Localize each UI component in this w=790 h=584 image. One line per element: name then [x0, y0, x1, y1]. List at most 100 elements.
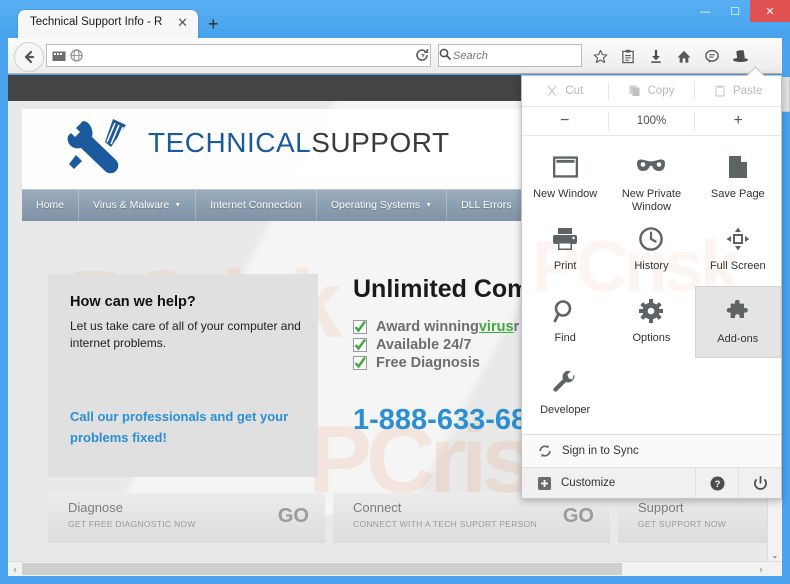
brand-first: TECHNICAL	[148, 127, 312, 158]
help-button[interactable]: ?	[695, 468, 738, 498]
site-nav-item-dll-errors[interactable]: DLL Errors	[447, 189, 527, 221]
identity-box-icon	[50, 48, 68, 63]
customize-label: Customize	[561, 477, 616, 489]
scroll-down-icon[interactable]: ⌄	[768, 548, 782, 562]
wrench-screwdriver-logo-icon	[67, 117, 137, 181]
clock-icon	[639, 224, 664, 254]
scroll-left-icon[interactable]: ‹	[8, 562, 22, 576]
menu-item-label: Save Page	[710, 188, 765, 200]
menu-item-grid: New Window New Private Window Save Page …	[522, 136, 781, 434]
virus-link[interactable]: virus	[479, 319, 514, 335]
sign-in-to-sync-button[interactable]: Sign in to Sync	[522, 434, 781, 467]
wrench-icon	[553, 368, 577, 398]
sync-label: Sign in to Sync	[562, 445, 639, 457]
zoom-out-button[interactable]: −	[522, 107, 608, 135]
menu-item-label: History	[634, 260, 669, 272]
check-icon	[353, 320, 367, 334]
hat-icon[interactable]	[726, 42, 754, 70]
cta-card-row: Diagnose GET FREE DIAGNOSTIC NOW GO Conn…	[48, 493, 782, 543]
menu-item-history[interactable]: History	[608, 214, 694, 286]
downloads-icon[interactable]	[642, 42, 670, 70]
paste-button[interactable]: Paste	[695, 76, 781, 106]
feature-text: Available 24/7	[376, 337, 472, 353]
horizontal-scrollbar-thumb[interactable]	[22, 563, 622, 575]
help-body: Let us take care of all of your computer…	[70, 319, 301, 350]
menu-item-label: Find	[554, 332, 576, 344]
feature-text: Free Diagnosis	[376, 355, 480, 371]
page-icon	[728, 152, 748, 182]
card-title: Connect	[353, 500, 402, 515]
zoom-in-button[interactable]: +	[695, 107, 781, 135]
menu-item-find[interactable]: Find	[522, 286, 608, 358]
tab-title: Technical Support Info - Repair...	[30, 16, 162, 28]
copy-button[interactable]: Copy	[609, 76, 695, 106]
menu-item-label: Full Screen	[709, 260, 766, 272]
cut-button[interactable]: Cut	[522, 76, 608, 106]
menu-item-print[interactable]: Print	[522, 214, 608, 286]
menu-item-developer[interactable]: Developer	[522, 358, 608, 430]
site-nav-label: DLL Errors	[461, 199, 512, 211]
home-icon[interactable]	[670, 42, 698, 70]
menu-item-label: New Private Window	[621, 188, 682, 213]
menu-item-options[interactable]: Options	[608, 286, 694, 358]
card-diagnose[interactable]: Diagnose GET FREE DIAGNOSTIC NOW GO	[48, 493, 325, 543]
chevron-down-icon: ▼	[425, 201, 433, 209]
menu-item-full-screen[interactable]: Full Screen	[695, 214, 781, 286]
zoom-level-label[interactable]: 100%	[609, 107, 695, 135]
search-bar[interactable]	[438, 44, 598, 67]
menu-item-label: Developer	[540, 404, 591, 416]
minimize-button[interactable]: —	[690, 0, 720, 22]
menu-item-add-ons[interactable]: Add-ons	[694, 286, 781, 358]
site-nav-item-home[interactable]: Home	[22, 189, 80, 221]
close-button[interactable]: ✕	[750, 0, 790, 22]
site-nav-item-virus-malware[interactable]: Virus & Malware ▼	[79, 189, 197, 221]
card-subtitle: CONNECT WITH A TECH SUPORT PERSON	[353, 519, 538, 529]
call-professionals-link[interactable]: Call our professionals and get your prob…	[70, 406, 295, 448]
site-nav-item-internet-connection[interactable]: Internet Connection	[196, 189, 317, 221]
card-go-button[interactable]: GO	[278, 505, 309, 528]
menu-item-label: Add-ons	[717, 333, 759, 345]
tab-strip: Technical Support Info - Repair... ✕ + —…	[0, 0, 790, 38]
address-bar[interactable]: ▾	[46, 44, 431, 67]
site-nav-label: Internet Connection	[210, 199, 302, 211]
menu-item-new-window[interactable]: New Window	[522, 142, 608, 214]
chevron-down-icon: ▼	[174, 201, 182, 209]
sync-icon	[538, 444, 552, 458]
copy-label: Copy	[647, 85, 675, 97]
scroll-right-icon[interactable]: ›	[754, 562, 768, 576]
cut-label: Cut	[565, 85, 584, 97]
site-nav-item-operating-systems[interactable]: Operating Systems ▼	[317, 189, 448, 221]
clipboard-icon	[714, 85, 726, 97]
site-brand: TECHNICALSUPPORT	[148, 127, 450, 159]
horizontal-scrollbar[interactable]: ‹ ›	[8, 561, 782, 576]
copy-icon	[629, 85, 641, 97]
chat-bubble-icon[interactable]	[698, 42, 726, 70]
menu-item-new-private-window[interactable]: New Private Window	[608, 142, 694, 214]
site-nav-label: Operating Systems	[330, 199, 421, 211]
card-title: Support	[638, 500, 684, 515]
maximize-button[interactable]: ☐	[720, 0, 750, 22]
window-controls: — ☐ ✕	[690, 0, 790, 22]
check-icon	[353, 356, 367, 370]
help-icon: ?	[710, 476, 724, 490]
card-connect[interactable]: Connect CONNECT WITH A TECH SUPORT PERSO…	[333, 493, 610, 543]
menu-item-label: Print	[553, 260, 577, 272]
close-icon[interactable]: ✕	[177, 15, 188, 30]
reload-icon[interactable]	[413, 46, 431, 64]
plus-box-icon	[538, 476, 551, 490]
power-button[interactable]	[738, 468, 781, 498]
menu-item-label: New Window	[533, 188, 598, 200]
menu-item-save-page[interactable]: Save Page	[695, 142, 781, 214]
back-button[interactable]	[14, 42, 44, 72]
bookmark-star-icon[interactable]	[586, 42, 614, 70]
url-input[interactable]	[84, 48, 416, 63]
reader-list-icon[interactable]	[614, 42, 642, 70]
card-go-button[interactable]: GO	[563, 505, 594, 528]
site-nav-label: Home	[36, 199, 65, 211]
browser-window: Technical Support Info - Repair... ✕ + —…	[0, 0, 790, 584]
browser-tab[interactable]: Technical Support Info - Repair... ✕	[18, 10, 198, 38]
card-support[interactable]: Support GET SUPPORT NOW	[618, 493, 782, 543]
search-input[interactable]	[451, 48, 598, 63]
customize-button[interactable]: Customize	[522, 476, 695, 490]
new-tab-button[interactable]: +	[208, 15, 219, 33]
